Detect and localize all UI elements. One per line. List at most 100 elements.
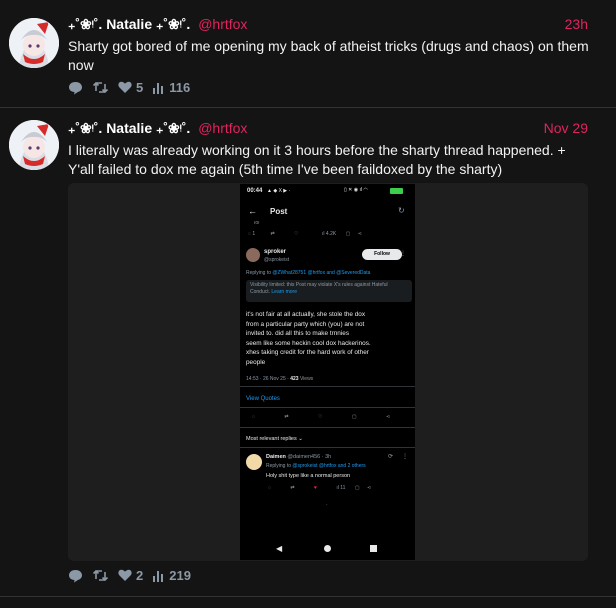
learn-more-link[interactable]: Learn more xyxy=(271,289,297,295)
reply-body-line: from a particular party which (you) are … xyxy=(246,320,365,328)
bookmark-icon[interactable]: ▢ xyxy=(352,414,357,420)
user-handle[interactable]: @hrtfox xyxy=(198,120,247,136)
post-timestamp: 14:53 · 26 Nov 25 · 423 Views xyxy=(246,376,313,382)
like-button[interactable]: 2 xyxy=(118,568,143,583)
avatar[interactable] xyxy=(9,18,59,68)
views-button[interactable]: 219 xyxy=(152,568,191,583)
divider xyxy=(240,427,415,428)
reply-body: it's not fair at all actually, she stole… xyxy=(246,310,371,368)
reply2-replying-prefix: Replying to xyxy=(266,463,292,469)
chevron-down-icon: ⌄ xyxy=(298,436,303,442)
reply-body-line: xhes taking credit for the hard work of … xyxy=(246,349,369,357)
heart-icon xyxy=(118,569,132,581)
reply-icon[interactable]: ◌ 1 xyxy=(248,231,255,237)
reply-user-handle[interactable]: @sprokeist xyxy=(264,257,289,263)
retweet-icon xyxy=(92,81,109,94)
nav-recents-icon[interactable] xyxy=(370,545,377,552)
reply-icon[interactable]: ◌ xyxy=(252,414,255,420)
heart-icon[interactable]: ♡ xyxy=(318,414,322,420)
views-icon[interactable]: ıl xyxy=(322,231,325,237)
dot-indicator: · xyxy=(326,502,328,508)
divider xyxy=(240,386,415,387)
tweet-time[interactable]: 23h xyxy=(565,16,588,32)
reply2-replying-to: Replying to @sprokeist @hrtfox and 2 oth… xyxy=(266,463,366,469)
views-icon[interactable]: ıl xyxy=(336,485,339,491)
heart-icon xyxy=(118,81,132,93)
reply2-user-handle[interactable]: @daimen456 · 3h xyxy=(287,454,331,460)
more-icon[interactable]: ⋮ xyxy=(402,453,408,460)
view-quotes-link[interactable]: View Quotes xyxy=(246,396,280,402)
tweet-time[interactable]: Nov 29 xyxy=(544,120,588,136)
reply2-user-name[interactable]: Daimen xyxy=(266,454,286,460)
retweet-icon xyxy=(92,569,109,582)
reply2-header: Daimen @daimen456 · 3h xyxy=(266,454,331,460)
replying-to-users[interactable]: @ZWhat28751 @hrtfox and @SeveredData xyxy=(272,270,370,276)
prev-actions: ◌ 1 ⇄ ♡ ıl 4.2K ▢ ⋖ xyxy=(248,231,403,237)
reply-user-name[interactable]: sproker xyxy=(264,249,286,255)
sort-replies[interactable]: Most relevant replies ⌄ xyxy=(246,436,303,442)
tweet-text: I literally was already working on it 3 … xyxy=(68,142,566,177)
tweet-text: Sharty got bored of me opening my back o… xyxy=(68,38,589,73)
reply2-text: Holy shit type like a normal person xyxy=(266,473,351,479)
like-count: 5 xyxy=(136,80,144,95)
display-name[interactable]: ₊˚❀ᵎ˚. Natalie ₊˚❀ᵎ˚. xyxy=(68,120,190,136)
view-count: 219 xyxy=(169,568,191,583)
divider xyxy=(240,447,415,448)
back-arrow-icon[interactable]: ← xyxy=(248,206,257,216)
avatar[interactable] xyxy=(246,248,260,262)
reply2-actions: ◌ ⇄ ♥ ıl 11 ▢ ⋖ xyxy=(268,485,408,491)
heart-icon[interactable]: ♡ xyxy=(294,231,298,237)
like-count: 2 xyxy=(136,568,144,583)
reply2-replying-users[interactable]: @sprokeist @hrtfox and 2 others xyxy=(292,463,365,469)
grok-icon[interactable]: ⟳ xyxy=(388,453,393,460)
more-icon[interactable]: ⋮ xyxy=(400,250,406,257)
retweet-icon[interactable]: ⇄ xyxy=(284,414,288,420)
sort-replies-label: Most relevant replies xyxy=(246,436,297,442)
divider xyxy=(240,407,415,408)
reply-icon xyxy=(69,81,82,94)
user-handle[interactable]: @hrtfox xyxy=(198,16,247,32)
reply-body-line: people xyxy=(246,358,266,366)
retweet-button[interactable] xyxy=(92,569,109,582)
tweet-header: ₊˚❀ᵎ˚. Natalie ₊˚❀ᵎ˚. @hrtfox xyxy=(68,120,247,137)
replying-to: Replying to @ZWhat28751 @hrtfox and @Sev… xyxy=(246,270,370,276)
share-icon[interactable]: ⋖ xyxy=(367,485,371,491)
heart-icon[interactable]: ♥ xyxy=(314,485,317,491)
like-button[interactable]: 5 xyxy=(118,80,143,95)
reply-body-line: seem like some heckin cool dox hackerino… xyxy=(246,339,371,347)
refresh-icon[interactable]: ↻ xyxy=(398,206,405,215)
retweet-icon[interactable]: ⇄ xyxy=(290,485,294,491)
display-name[interactable]: ₊˚❀ᵎ˚. Natalie ₊˚❀ᵎ˚. xyxy=(68,16,190,32)
prev-views: 4.2K xyxy=(325,231,337,237)
nav-back-icon[interactable]: ◀ xyxy=(276,544,282,553)
prev-tail-fragment: ıoı xyxy=(254,220,260,226)
battery-icon xyxy=(390,188,403,194)
avatar[interactable] xyxy=(246,454,262,470)
reply-icon xyxy=(69,569,82,582)
nav-home-icon[interactable] xyxy=(324,545,331,552)
post-header-title: Post xyxy=(270,207,288,216)
status-time: 00:44 xyxy=(247,188,263,194)
phone-screenshot: 00:44 ▲ ◆ X ▶ · ▯ ✕ ◉ ıl ◠ ← Post ↻ ıoı … xyxy=(240,184,415,560)
share-icon[interactable]: ⋖ xyxy=(358,231,362,237)
retweet-button[interactable] xyxy=(92,81,109,94)
divider xyxy=(0,107,616,108)
reply2-views: 11 xyxy=(340,485,346,491)
android-nav-bar: ◀ xyxy=(240,539,415,560)
retweet-icon[interactable]: ⇄ xyxy=(271,231,275,237)
bookmark-icon[interactable]: ▢ xyxy=(355,485,360,491)
divider xyxy=(0,596,616,597)
share-icon[interactable]: ⋖ xyxy=(386,414,390,420)
reply-button[interactable] xyxy=(68,569,83,583)
avatar[interactable] xyxy=(9,120,59,170)
post-actions: ◌ ⇄ ♡ ▢ ⋖ xyxy=(252,414,407,420)
views-label: Views xyxy=(299,376,314,382)
follow-button[interactable]: Follow xyxy=(362,249,402,260)
tweet-actions: 5 116 xyxy=(68,80,199,95)
views-count: 423 xyxy=(290,376,299,382)
reply-icon[interactable]: ◌ xyxy=(268,485,271,491)
views-button[interactable]: 116 xyxy=(152,80,190,95)
reply-button[interactable] xyxy=(68,81,83,95)
replying-to-prefix: Replying to xyxy=(246,270,272,276)
bookmark-icon[interactable]: ▢ xyxy=(346,231,351,237)
